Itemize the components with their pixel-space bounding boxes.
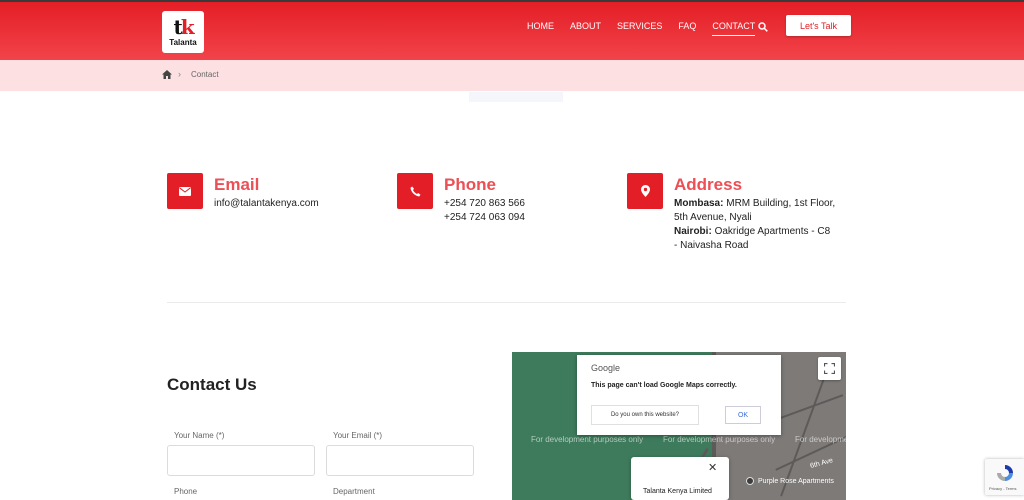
breadcrumb xyxy=(0,60,1024,91)
contact-form-title: Contact Us xyxy=(167,375,257,394)
email-icon-box xyxy=(167,173,203,209)
email-label: Your Email (*) xyxy=(333,431,383,440)
map-poi-label: Purple Rose Apartments xyxy=(758,478,834,485)
site-logo[interactable]: tk Talanta xyxy=(162,11,204,53)
faint-banner xyxy=(469,92,563,102)
phone-icon-box xyxy=(397,173,433,209)
dev-watermark: For development purposes only xyxy=(531,435,644,444)
logo-mark-icon: tk xyxy=(173,15,194,39)
address-nairobi-line1: Nairobi: Oakridge Apartments - C8 xyxy=(674,225,830,239)
nav-about[interactable]: ABOUT xyxy=(570,20,601,36)
info-window-title: Talanta Kenya Limited xyxy=(643,488,712,495)
map-poi-icon xyxy=(746,477,754,485)
maps-error-message: This page can't load Google Maps correct… xyxy=(591,382,737,389)
mombasa-address: MRM Building, 1st Floor, xyxy=(726,198,836,209)
email-title: Email xyxy=(214,175,260,194)
email-value[interactable]: info@talantakenya.com xyxy=(214,197,319,211)
close-icon[interactable]: ✕ xyxy=(708,463,717,474)
mombasa-label: Mombasa: xyxy=(674,198,724,209)
dev-watermark: For development purposes only xyxy=(795,435,846,444)
ok-button[interactable]: OK xyxy=(725,406,761,424)
logo-wordmark: Talanta xyxy=(169,38,197,47)
name-input[interactable] xyxy=(167,445,315,476)
phone-line-2[interactable]: +254 724 063 094 xyxy=(444,211,525,225)
phone-line-1[interactable]: +254 720 863 566 xyxy=(444,197,525,211)
recaptcha-icon xyxy=(997,465,1013,481)
address-icon-box xyxy=(627,173,663,209)
search-icon[interactable] xyxy=(758,22,768,32)
dev-watermark: For development purposes only xyxy=(663,435,776,444)
lets-talk-button[interactable]: Let's Talk xyxy=(786,15,851,36)
envelope-icon xyxy=(179,186,191,196)
address-mombasa-line1: Mombasa: MRM Building, 1st Floor, xyxy=(674,197,835,211)
address-mombasa-line2: 5th Avenue, Nyali xyxy=(674,212,752,223)
chevron-right-icon: › xyxy=(178,69,181,79)
nav-home[interactable]: HOME xyxy=(527,20,554,36)
section-divider xyxy=(167,302,846,303)
page: tk Talanta HOME ABOUT SERVICES FAQ CONTA… xyxy=(0,0,1024,500)
nav-faq[interactable]: FAQ xyxy=(678,20,696,36)
main-nav: HOME ABOUT SERVICES FAQ CONTACT xyxy=(527,20,771,36)
address-title: Address xyxy=(674,175,743,194)
map-pin-icon xyxy=(640,185,650,197)
site-header: tk Talanta xyxy=(0,0,1024,60)
email-input[interactable] xyxy=(326,445,474,476)
phone-label: Phone xyxy=(174,487,198,496)
phone-title: Phone xyxy=(444,175,496,194)
home-icon[interactable] xyxy=(162,70,172,79)
nairobi-label: Nairobi: xyxy=(674,226,712,237)
google-brand: Google xyxy=(591,363,621,373)
recaptcha-privacy[interactable]: Privacy - Terms xyxy=(989,486,1016,491)
fullscreen-icon xyxy=(824,363,835,374)
nairobi-address: Oakridge Apartments - C8 xyxy=(714,226,831,237)
nav-services[interactable]: SERVICES xyxy=(617,20,662,36)
fullscreen-button[interactable] xyxy=(818,357,841,380)
phone-icon xyxy=(410,186,420,196)
breadcrumb-current: Contact xyxy=(191,70,219,79)
department-label: Department xyxy=(333,487,375,496)
own-website-link[interactable]: Do you own this website? xyxy=(591,405,699,425)
name-label: Your Name (*) xyxy=(174,431,225,440)
address-nairobi-line2: - Naivasha Road xyxy=(674,240,749,251)
nav-contact[interactable]: CONTACT xyxy=(712,20,756,36)
maps-error-dialog: Google This page can't load Google Maps … xyxy=(577,355,781,435)
